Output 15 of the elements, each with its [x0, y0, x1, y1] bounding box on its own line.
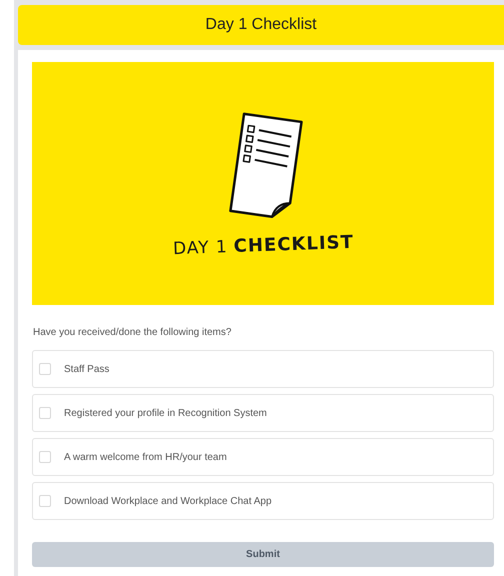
checkbox[interactable]: [39, 407, 51, 419]
option-label: Registered your profile in Recognition System: [64, 408, 267, 418]
checkbox[interactable]: [39, 363, 51, 375]
form-title: Day 1 Checklist: [18, 5, 504, 45]
option-label: Staff Pass: [64, 364, 110, 374]
checklist-option[interactable]: A warm welcome from HR/your team: [32, 438, 494, 476]
banner-caption: DAY 1 CHECKLIST: [172, 232, 354, 260]
option-label: A warm welcome from HR/your team: [64, 452, 227, 462]
checklist-option[interactable]: Staff Pass: [32, 350, 494, 388]
checklist-option[interactable]: Registered your profile in Recognition System: [32, 394, 494, 432]
checklist-option[interactable]: Download Workplace and Workplace Chat App: [32, 482, 494, 520]
question-text: Have you received/done the following items?: [33, 327, 232, 338]
checkbox[interactable]: [39, 451, 51, 463]
checkbox[interactable]: [39, 495, 51, 507]
option-label: Download Workplace and Workplace Chat App: [64, 496, 272, 506]
